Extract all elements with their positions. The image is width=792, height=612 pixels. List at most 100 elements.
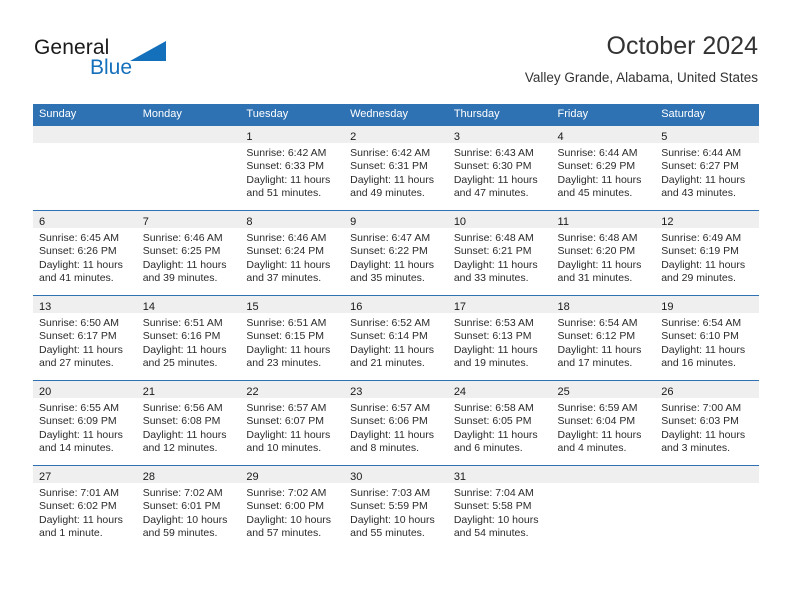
day-cell-inner	[655, 466, 759, 550]
daylight-text: and 19 minutes.	[453, 357, 529, 370]
calendar-day-cell[interactable]: 23 Sunrise: 6:57 AM Sunset: 6:06 PM Dayligh…	[344, 380, 448, 466]
calendar-day-cell[interactable]: 15 Sunrise: 6:51 AM Sunset: 6:15 PM Dayligh…	[240, 295, 345, 381]
calendar-day-cell[interactable]: 31 Sunrise: 7:04 AM Sunset: 5:58 PM Dayligh…	[447, 465, 552, 550]
calendar-day-cell[interactable]: 8 Sunrise: 6:46 AM Sunset: 6:24 PM Daylight…	[240, 210, 345, 296]
calendar-day-cell[interactable]: 1 Sunrise: 6:42 AM Sunset: 6:33 PM Daylight…	[240, 125, 345, 211]
calendar-day-cell[interactable]: 7 Sunrise: 6:46 AM Sunset: 6:25 PM Daylight…	[136, 210, 241, 296]
sunset-text: Sunset: 6:00 PM	[246, 500, 325, 513]
calendar-day-cell[interactable]: 5 Sunrise: 6:44 AM Sunset: 6:27 PM Daylight…	[655, 125, 759, 211]
day-cell-inner: 13 Sunrise: 6:50 AM Sunset: 6:17 PM Dayligh…	[33, 296, 137, 380]
sunrise-text: Sunrise: 6:48 AM	[557, 232, 638, 244]
calendar-day-cell[interactable]: 12 Sunrise: 6:49 AM Sunset: 6:19 PM Dayligh…	[655, 210, 759, 296]
weekday-header-friday: Friday	[551, 104, 656, 126]
calendar-day-cell[interactable]: 9 Sunrise: 6:47 AM Sunset: 6:22 PM Daylight…	[344, 210, 448, 296]
calendar-day-cell[interactable]: 21 Sunrise: 6:56 AM Sunset: 6:08 PM Dayligh…	[136, 380, 241, 466]
day-number-strip: 12	[655, 211, 759, 228]
day-number: 6	[39, 216, 46, 228]
day-sun-info: Sunrise: 6:46 AM Sunset: 6:25 PM Daylight:…	[137, 228, 241, 286]
calendar-day-cell[interactable]: 28 Sunrise: 7:02 AM Sunset: 6:01 PM Dayligh…	[136, 465, 241, 550]
day-number-strip: 4	[551, 126, 656, 143]
day-sun-info: Sunrise: 6:47 AM Sunset: 6:22 PM Daylight:…	[344, 228, 448, 286]
sunset-text: Sunset: 6:24 PM	[246, 245, 325, 258]
day-sun-info: Sunrise: 6:44 AM Sunset: 6:29 PM Daylight:…	[552, 143, 656, 201]
day-sun-info: Sunrise: 6:52 AM Sunset: 6:14 PM Daylight:…	[344, 313, 448, 371]
calendar-day-cell[interactable]: 14 Sunrise: 6:51 AM Sunset: 6:16 PM Dayligh…	[136, 295, 241, 381]
day-number: 18	[557, 301, 570, 313]
calendar-day-cell[interactable]: 3 Sunrise: 6:43 AM Sunset: 6:30 PM Daylight…	[447, 125, 552, 211]
calendar-day-cell[interactable]: 22 Sunrise: 6:57 AM Sunset: 6:07 PM Dayligh…	[240, 380, 345, 466]
calendar-day-cell[interactable]: 24 Sunrise: 6:58 AM Sunset: 6:05 PM Dayligh…	[447, 380, 552, 466]
daylight-text: Daylight: 11 hours	[557, 343, 642, 356]
sunset-text: Sunset: 6:25 PM	[142, 245, 221, 258]
day-cell-inner	[33, 126, 137, 210]
day-number-strip: 5	[655, 126, 759, 143]
daylight-text: Daylight: 11 hours	[350, 428, 434, 441]
day-cell-inner: 2 Sunrise: 6:42 AM Sunset: 6:31 PM Daylight…	[344, 126, 448, 210]
daylight-text: Daylight: 11 hours	[39, 513, 123, 526]
day-cell-inner: 15 Sunrise: 6:51 AM Sunset: 6:15 PM Dayligh…	[240, 296, 345, 380]
calendar-day-cell[interactable]: 30 Sunrise: 7:03 AM Sunset: 5:59 PM Dayligh…	[344, 465, 448, 550]
sunset-text: Sunset: 6:27 PM	[661, 160, 739, 173]
sunrise-text: Sunrise: 7:03 AM	[350, 487, 431, 499]
day-number: 16	[350, 301, 363, 313]
calendar-day-cell[interactable]: 18 Sunrise: 6:54 AM Sunset: 6:12 PM Dayligh…	[551, 295, 656, 381]
calendar-day-cell[interactable]: 13 Sunrise: 6:50 AM Sunset: 6:17 PM Dayligh…	[33, 295, 137, 381]
day-cell-inner: 18 Sunrise: 6:54 AM Sunset: 6:12 PM Dayligh…	[551, 296, 656, 380]
day-number: 8	[246, 216, 253, 228]
sunrise-text: Sunrise: 6:46 AM	[142, 232, 223, 244]
sunset-text: Sunset: 6:21 PM	[453, 245, 532, 258]
calendar-day-cell[interactable]: 20 Sunrise: 6:55 AM Sunset: 6:09 PM Dayligh…	[33, 380, 137, 466]
day-number-strip: 24	[447, 381, 552, 398]
day-number: 4	[557, 131, 564, 143]
daylight-text: Daylight: 11 hours	[246, 428, 331, 441]
calendar-empty-cell	[551, 465, 656, 550]
calendar-day-cell[interactable]: 4 Sunrise: 6:44 AM Sunset: 6:29 PM Daylight…	[551, 125, 656, 211]
day-sun-info: Sunrise: 6:54 AM Sunset: 6:12 PM Daylight:…	[552, 313, 656, 371]
calendar-empty-cell	[33, 125, 137, 211]
calendar-day-cell[interactable]: 6 Sunrise: 6:45 AM Sunset: 6:26 PM Daylight…	[33, 210, 137, 296]
sunset-text: Sunset: 6:01 PM	[142, 500, 221, 513]
sunset-text: Sunset: 6:31 PM	[350, 160, 428, 173]
calendar-day-cell[interactable]: 27 Sunrise: 7:01 AM Sunset: 6:02 PM Dayligh…	[33, 465, 137, 550]
sunrise-text: Sunrise: 6:57 AM	[350, 402, 431, 414]
day-number: 15	[246, 301, 259, 313]
sunrise-text: Sunrise: 6:54 AM	[557, 317, 638, 329]
calendar-day-cell[interactable]: 29 Sunrise: 7:02 AM Sunset: 6:00 PM Dayligh…	[240, 465, 345, 550]
day-number: 24	[453, 386, 467, 398]
daylight-text: Daylight: 11 hours	[453, 428, 538, 441]
day-number-strip: 25	[551, 381, 656, 398]
calendar-day-cell[interactable]: 10 Sunrise: 6:48 AM Sunset: 6:21 PM Dayligh…	[447, 210, 552, 296]
calendar-day-cell[interactable]: 17 Sunrise: 6:53 AM Sunset: 6:13 PM Dayligh…	[447, 295, 552, 381]
calendar-day-cell[interactable]: 2 Sunrise: 6:42 AM Sunset: 6:31 PM Daylight…	[344, 125, 448, 211]
weekday-header-thursday: Thursday	[447, 104, 552, 126]
calendar-day-cell[interactable]: 19 Sunrise: 6:54 AM Sunset: 6:10 PM Dayligh…	[655, 295, 759, 381]
daylight-text: and 6 minutes.	[453, 442, 523, 455]
day-sun-info	[655, 483, 759, 487]
calendar-day-cell[interactable]: 26 Sunrise: 7:00 AM Sunset: 6:03 PM Dayligh…	[655, 380, 759, 466]
day-sun-info: Sunrise: 6:58 AM Sunset: 6:05 PM Daylight:…	[448, 398, 552, 456]
day-number-strip: 10	[447, 211, 552, 228]
general-blue-logo[interactable]: General Blue	[34, 36, 214, 84]
day-number-strip: 28	[136, 466, 241, 483]
day-sun-info: Sunrise: 6:49 AM Sunset: 6:19 PM Daylight:…	[655, 228, 759, 286]
sunrise-text: Sunrise: 7:02 AM	[246, 487, 327, 499]
daylight-text: and 4 minutes.	[557, 442, 627, 455]
day-sun-info: Sunrise: 6:54 AM Sunset: 6:10 PM Daylight:…	[655, 313, 759, 371]
calendar-day-cell[interactable]: 11 Sunrise: 6:48 AM Sunset: 6:20 PM Dayligh…	[551, 210, 656, 296]
sunrise-text: Sunrise: 6:52 AM	[350, 317, 431, 329]
day-number-strip: 27	[33, 466, 137, 483]
weekday-header-saturday: Saturday	[655, 104, 759, 126]
day-cell-inner: 27 Sunrise: 7:01 AM Sunset: 6:02 PM Dayligh…	[33, 466, 137, 550]
calendar-day-cell[interactable]: 16 Sunrise: 6:52 AM Sunset: 6:14 PM Dayligh…	[344, 295, 448, 381]
day-number: 7	[142, 216, 149, 228]
sunrise-text: Sunrise: 7:01 AM	[39, 487, 119, 499]
day-cell-inner: 11 Sunrise: 6:48 AM Sunset: 6:20 PM Dayligh…	[551, 211, 656, 295]
day-number-strip: 2	[344, 126, 448, 143]
daylight-text: and 45 minutes.	[557, 187, 633, 200]
day-cell-inner: 16 Sunrise: 6:52 AM Sunset: 6:14 PM Dayligh…	[344, 296, 448, 380]
day-number: 29	[246, 471, 259, 483]
calendar-day-cell[interactable]: 25 Sunrise: 6:59 AM Sunset: 6:04 PM Dayligh…	[551, 380, 656, 466]
day-number-strip: 11	[551, 211, 656, 228]
day-number-strip	[655, 466, 759, 483]
sunrise-text: Sunrise: 6:56 AM	[142, 402, 223, 414]
